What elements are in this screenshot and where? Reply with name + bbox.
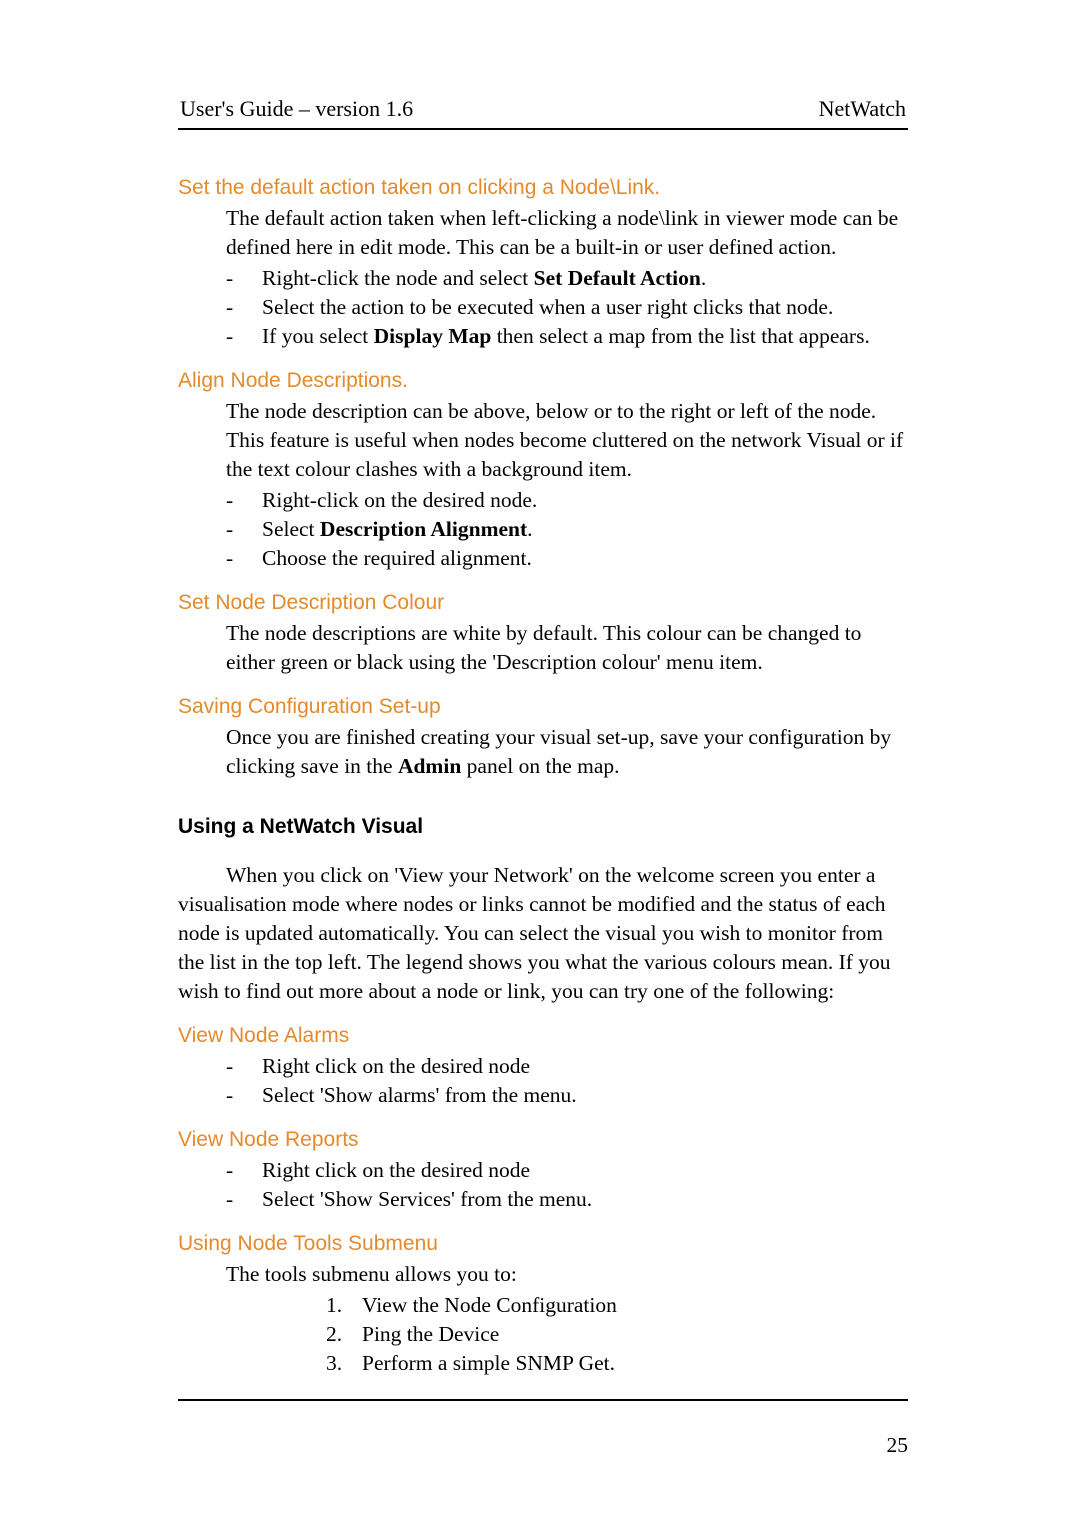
- text: Perform a simple SNMP Get.: [362, 1351, 615, 1375]
- heading-view-reports: View Node Reports: [178, 1128, 908, 1152]
- heading-description-colour: Set Node Description Colour: [178, 591, 908, 615]
- para-using-visual: When you click on 'View your Network' on…: [178, 861, 908, 1006]
- list-item: Select 'Show Services' from the menu.: [226, 1185, 908, 1214]
- intro-tools-submenu: The tools submenu allows you to:: [226, 1260, 908, 1289]
- text: Select: [262, 517, 320, 541]
- list-item: Select the action to be executed when a …: [226, 293, 908, 322]
- document-page: User's Guide – version 1.6 NetWatch Set …: [0, 0, 1080, 1528]
- page-header: User's Guide – version 1.6 NetWatch: [178, 96, 908, 128]
- list-item: Choose the required alignment.: [226, 544, 908, 573]
- text: If you select: [262, 324, 374, 348]
- intro-description-colour: The node descriptions are white by defau…: [226, 619, 908, 677]
- list-item: If you select Display Map then select a …: [226, 322, 908, 351]
- num: 3.: [326, 1349, 342, 1378]
- list-item: 1. View the Node Configuration: [326, 1291, 908, 1320]
- section-view-reports: View Node Reports Right click on the des…: [178, 1128, 908, 1214]
- text: panel on the map.: [461, 754, 619, 778]
- text: then select a map from the list that app…: [491, 324, 870, 348]
- text: View the Node Configuration: [362, 1293, 617, 1317]
- list-align-descriptions: Right-click on the desired node. Select …: [178, 486, 908, 573]
- text: .: [527, 517, 532, 541]
- heading-view-alarms: View Node Alarms: [178, 1024, 908, 1048]
- text: Ping the Device: [362, 1322, 499, 1346]
- heading-tools-submenu: Using Node Tools Submenu: [178, 1232, 908, 1256]
- section-tools-submenu: Using Node Tools Submenu The tools subme…: [178, 1232, 908, 1378]
- list-item: Right click on the desired node: [226, 1052, 908, 1081]
- header-rule: [178, 128, 908, 130]
- list-item: 2. Ping the Device: [326, 1320, 908, 1349]
- list-item: Right-click the node and select Set Defa…: [226, 264, 908, 293]
- bold-text: Set Default Action: [534, 266, 701, 290]
- bold-text: Admin: [398, 754, 461, 778]
- section-description-colour: Set Node Description Colour The node des…: [178, 591, 908, 677]
- list-item: Select Description Alignment.: [226, 515, 908, 544]
- heading-saving-config: Saving Configuration Set-up: [178, 695, 908, 719]
- list-item: 3. Perform a simple SNMP Get.: [326, 1349, 908, 1378]
- page-footer: 25: [178, 1399, 908, 1458]
- num: 2.: [326, 1320, 342, 1349]
- list-item: Right click on the desired node: [226, 1156, 908, 1185]
- text: Select the action to be executed when a …: [262, 295, 833, 319]
- list-tools-submenu: 1. View the Node Configuration 2. Ping the…: [178, 1291, 908, 1378]
- list-default-action: Right-click the node and select Set Defa…: [178, 264, 908, 351]
- bold-text: Display Map: [374, 324, 492, 348]
- intro-saving-config: Once you are finished creating your visu…: [226, 723, 908, 781]
- list-view-alarms: Right click on the desired node Select '…: [178, 1052, 908, 1110]
- text: .: [701, 266, 706, 290]
- heading-default-action: Set the default action taken on clicking…: [178, 176, 908, 200]
- section-saving-config: Saving Configuration Set-up Once you are…: [178, 695, 908, 781]
- list-item: Right-click on the desired node.: [226, 486, 908, 515]
- header-left: User's Guide – version 1.6: [180, 96, 413, 122]
- footer-rule: [178, 1399, 908, 1401]
- text: When you click on 'View your Network' on…: [178, 863, 891, 1003]
- text: Right-click on the desired node.: [262, 488, 537, 512]
- header-right: NetWatch: [819, 96, 906, 122]
- section-align-descriptions: Align Node Descriptions. The node descri…: [178, 369, 908, 573]
- intro-align-descriptions: The node description can be above, below…: [226, 397, 908, 484]
- num: 1.: [326, 1291, 342, 1320]
- bold-text: Description Alignment: [320, 517, 527, 541]
- heading-using-visual: Using a NetWatch Visual: [178, 815, 908, 839]
- text: Choose the required alignment.: [262, 546, 532, 570]
- heading-align-descriptions: Align Node Descriptions.: [178, 369, 908, 393]
- list-view-reports: Right click on the desired node Select '…: [178, 1156, 908, 1214]
- section-view-alarms: View Node Alarms Right click on the desi…: [178, 1024, 908, 1110]
- list-item: Select 'Show alarms' from the menu.: [226, 1081, 908, 1110]
- intro-default-action: The default action taken when left-click…: [226, 204, 908, 262]
- text: Right-click the node and select: [262, 266, 534, 290]
- section-default-action: Set the default action taken on clicking…: [178, 176, 908, 351]
- page-number: 25: [178, 1433, 908, 1458]
